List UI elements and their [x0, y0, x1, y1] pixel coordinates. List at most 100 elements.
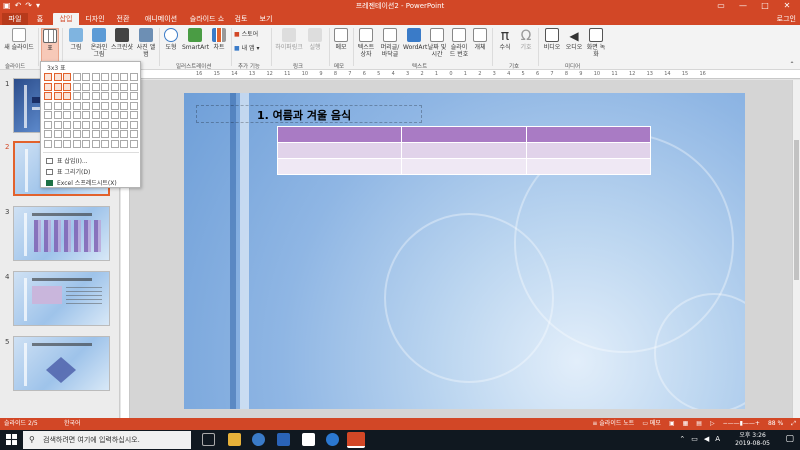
comments-button[interactable]: ▭ 메모 — [642, 418, 661, 430]
insert-table-menu-item[interactable]: 표 삽입(I)... — [46, 156, 88, 165]
table-grid-cell[interactable] — [53, 101, 62, 110]
table-grid-cell[interactable] — [72, 130, 81, 138]
screen-recording-button[interactable]: 화면 녹화 — [586, 28, 606, 58]
hyperlink-button[interactable]: 하이퍼링크 — [273, 28, 305, 51]
table-cell[interactable] — [401, 158, 527, 175]
table-grid-cell[interactable] — [110, 92, 119, 100]
table-grid-cell[interactable] — [44, 92, 52, 100]
table-grid-cell[interactable] — [129, 120, 138, 129]
taskbar-clock[interactable]: 오후 3:26 2019-08-05 — [735, 432, 770, 448]
table-grid-cell[interactable] — [72, 73, 81, 81]
table-grid-cell[interactable] — [101, 120, 109, 129]
shapes-button[interactable]: 도형 — [161, 28, 181, 51]
minimize-icon[interactable]: — — [732, 0, 754, 12]
table-grid-cell[interactable] — [129, 130, 138, 138]
table-cell[interactable] — [525, 126, 652, 143]
view-normal-icon[interactable]: ▣ — [669, 418, 675, 430]
table-grid-cell[interactable] — [53, 120, 62, 129]
smartart-button[interactable]: SmartArt — [182, 28, 209, 51]
table-grid-cell[interactable] — [101, 73, 109, 81]
table-grid-cell[interactable] — [129, 82, 138, 91]
table-grid-cell[interactable] — [82, 120, 90, 129]
tab-slideshow[interactable]: 슬라이드 쇼 — [186, 13, 228, 25]
maximize-icon[interactable]: □ — [754, 0, 776, 12]
table-grid-cell[interactable] — [120, 92, 128, 100]
edge-icon[interactable] — [326, 433, 339, 446]
table-grid-cell[interactable] — [91, 120, 100, 129]
browser-icon[interactable] — [252, 433, 265, 446]
table-cell[interactable] — [401, 142, 527, 159]
table-grid-cell[interactable] — [72, 82, 81, 91]
chart-button[interactable]: 차트 — [210, 28, 228, 51]
table-grid-cell[interactable] — [91, 73, 100, 81]
table-grid-cell[interactable] — [120, 101, 128, 110]
table-grid-cell[interactable] — [120, 120, 128, 129]
table-grid-cell[interactable] — [91, 92, 100, 100]
zoom-level[interactable]: 88 % — [768, 418, 783, 430]
thumbnail-slide-4[interactable] — [13, 271, 110, 326]
ime-icon[interactable]: A — [715, 435, 720, 443]
table-grid-cell[interactable] — [110, 111, 119, 119]
file-explorer-icon[interactable] — [228, 433, 241, 446]
table-grid-cell[interactable] — [101, 92, 109, 100]
tab-home[interactable]: 홈 — [31, 13, 49, 25]
table-grid-cell[interactable] — [72, 101, 81, 110]
table-grid-cell[interactable] — [72, 139, 81, 148]
table-grid-cell[interactable] — [91, 139, 100, 148]
table-grid-cell[interactable] — [101, 130, 109, 138]
table-grid-cell[interactable] — [91, 130, 100, 138]
tab-review[interactable]: 검토 — [231, 13, 251, 25]
video-button[interactable]: 비디오 — [541, 28, 563, 51]
table-grid-cell[interactable] — [101, 101, 109, 110]
table-grid-cell[interactable] — [110, 139, 119, 148]
table-button[interactable]: 표 — [41, 28, 59, 62]
table-grid-cell[interactable] — [101, 139, 109, 148]
table-grid-cell[interactable] — [72, 111, 81, 119]
table-grid-cell[interactable] — [110, 101, 119, 110]
tab-animations[interactable]: 애니메이션 — [139, 13, 183, 25]
table-grid-cell[interactable] — [63, 130, 71, 138]
date-time-button[interactable]: 날짜 및 시간 — [427, 28, 447, 58]
table-grid-cell[interactable] — [101, 82, 109, 91]
table-grid-cell[interactable] — [53, 73, 62, 81]
table-cell[interactable] — [276, 142, 403, 159]
table-grid-cell[interactable] — [63, 82, 71, 91]
current-slide[interactable]: 1. 여름과 겨울 음식 — [184, 93, 745, 409]
close-icon[interactable]: ✕ — [776, 0, 798, 12]
table-grid-cell[interactable] — [82, 139, 90, 148]
excel-spreadsheet-menu-item[interactable]: Excel 스프레드시트(X) — [46, 178, 117, 187]
table-grid-cell[interactable] — [82, 92, 90, 100]
fit-slide-icon[interactable]: ⤢ — [791, 418, 796, 430]
table-grid-cell[interactable] — [53, 82, 62, 91]
table-grid-cell[interactable] — [120, 73, 128, 81]
slide-title[interactable]: 1. 여름과 겨울 음식 — [257, 107, 351, 123]
table-grid-cell[interactable] — [91, 111, 100, 119]
table-grid-cell[interactable] — [63, 101, 71, 110]
table-grid-cell[interactable] — [129, 139, 138, 148]
slide-number-button[interactable]: 슬라이드 번호 — [449, 28, 469, 58]
windows-start-icon[interactable] — [6, 434, 17, 445]
wordart-button[interactable]: WordArt — [403, 28, 427, 51]
table-grid-cell[interactable] — [120, 130, 128, 138]
table-grid-cell[interactable] — [44, 130, 52, 138]
table-grid-cell[interactable] — [82, 101, 90, 110]
table-cell[interactable] — [276, 126, 403, 143]
view-slideshow-icon[interactable]: ▷ — [710, 418, 715, 430]
tab-view[interactable]: 보기 — [256, 13, 276, 25]
notifications-icon[interactable]: ▢ — [785, 434, 794, 444]
login-link[interactable]: 로그인 — [777, 13, 796, 25]
powerpoint-taskbar-icon[interactable] — [347, 432, 365, 448]
table-grid-cell[interactable] — [91, 82, 100, 91]
table-grid-cell[interactable] — [63, 111, 71, 119]
table-grid-cell[interactable] — [120, 139, 128, 148]
my-addins-button[interactable]: ■ 내 앱 ▾ — [234, 45, 268, 52]
table-grid-cell[interactable] — [44, 139, 52, 148]
table-grid-cell[interactable] — [82, 130, 90, 138]
language-indicator[interactable]: 한국어 — [64, 418, 81, 430]
table-cell[interactable] — [401, 126, 527, 143]
view-sorter-icon[interactable]: ▦ — [683, 418, 689, 430]
header-footer-button[interactable]: 머리글/바닥글 — [378, 28, 402, 58]
table-grid-cell[interactable] — [44, 82, 52, 91]
table-grid-cell[interactable] — [44, 120, 52, 129]
table-grid-cell[interactable] — [63, 139, 71, 148]
